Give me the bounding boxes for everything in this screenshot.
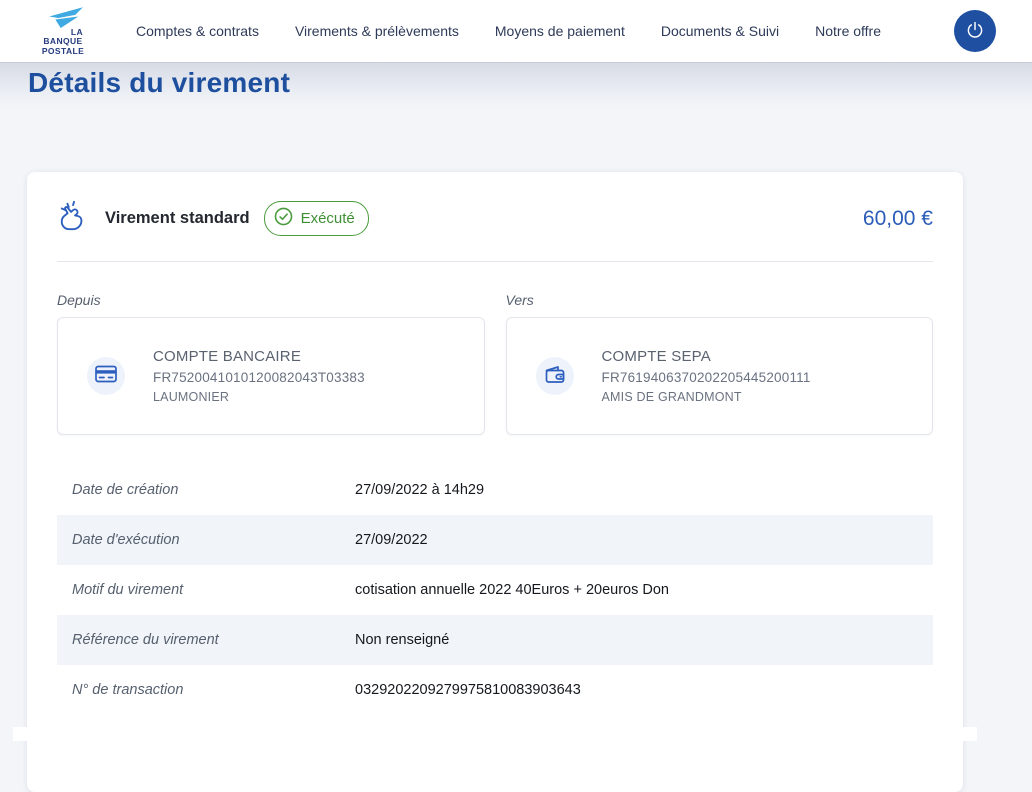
from-section-label: Depuis [57,292,485,308]
from-account-info: COMPTE BANCAIRE FR7520041010120082043T03… [153,348,365,404]
detail-row-transaction-number: N° de transaction 0329202209279975810083… [57,665,933,715]
from-account-section: Depuis COMPTE BANCAIRE FR7520041010120 [57,292,485,435]
to-account-card: COMPTE SEPA FR7619406370202205445200111 … [506,317,934,435]
bank-logo-text: LA BANQUE POSTALE [40,30,86,57]
to-account-holder: AMIS DE GRANDMONT [602,390,811,404]
main-nav: Comptes & contrats Virements & prélèveme… [136,23,881,39]
detail-row-date-creation: Date de création 27/09/2022 à 14h29 [57,465,933,515]
to-section-label: Vers [506,292,934,308]
footer-band [13,727,977,741]
logout-button[interactable] [954,10,996,52]
detail-row-motif: Motif du virement cotisation annuelle 20… [57,565,933,615]
detail-label: Date de création [72,482,355,498]
status-badge: Exécuté [264,201,369,236]
credit-card-icon [94,362,118,391]
page-title: Détails du virement [28,67,1032,99]
detail-label: Date d'exécution [72,532,355,548]
detail-row-date-execution: Date d'exécution 27/09/2022 [57,515,933,565]
detail-value: 27/09/2022 à 14h29 [355,482,484,498]
detail-label: Référence du virement [72,632,355,648]
to-account-info: COMPTE SEPA FR7619406370202205445200111 … [602,348,811,404]
detail-row-reference: Référence du virement Non renseigné [57,615,933,665]
transfer-amount: 60,00 € [863,207,933,231]
transfer-details-list: Date de création 27/09/2022 à 14h29 Date… [57,465,933,715]
from-account-icon-circle [87,357,125,395]
nav-item-notre-offre[interactable]: Notre offre [815,23,881,39]
nav-item-virements-prelevements[interactable]: Virements & prélèvements [295,23,459,39]
wallet-icon [543,362,567,391]
to-account-iban: FR7619406370202205445200111 [602,370,811,385]
transfer-type-label: Virement standard [105,209,250,228]
to-account-section: Vers COMPTE SEPA FR7619406370202205445 [506,292,934,435]
nav-item-comptes-contrats[interactable]: Comptes & contrats [136,23,259,39]
detail-value: cotisation annuelle 2022 40Euros + 20eur… [355,582,669,598]
transfer-detail-card: Virement standard Exécuté 60,00 € Depuis [27,172,963,792]
page-title-band: Détails du virement [0,62,1032,110]
nav-item-documents-suivi[interactable]: Documents & Suivi [661,23,779,39]
transfer-summary-header: Virement standard Exécuté 60,00 € [57,172,933,262]
detail-value: Non renseigné [355,632,449,648]
bank-logo[interactable]: LA BANQUE POSTALE [40,6,86,57]
to-account-type: COMPTE SEPA [602,348,811,365]
detail-label: N° de transaction [72,682,355,698]
status-badge-label: Exécuté [301,210,355,227]
detail-value: 27/09/2022 [355,532,428,548]
from-account-iban: FR7520041010120082043T03383 [153,370,365,385]
top-navigation-bar: LA BANQUE POSTALE Comptes & contrats Vir… [0,0,1032,62]
nav-item-moyens-paiement[interactable]: Moyens de paiement [495,23,625,39]
to-account-icon-circle [536,357,574,395]
from-account-card: COMPTE BANCAIRE FR7520041010120082043T03… [57,317,485,435]
detail-value: 0329202209279975810083903643 [355,682,581,698]
snap-fingers-icon [57,199,91,238]
detail-label: Motif du virement [72,582,355,598]
accounts-section: Depuis COMPTE BANCAIRE FR7520041010120 [57,292,933,435]
from-account-holder: LAUMONIER [153,390,365,404]
check-circle-icon [274,207,293,230]
power-icon [964,19,986,44]
from-account-type: COMPTE BANCAIRE [153,348,365,365]
